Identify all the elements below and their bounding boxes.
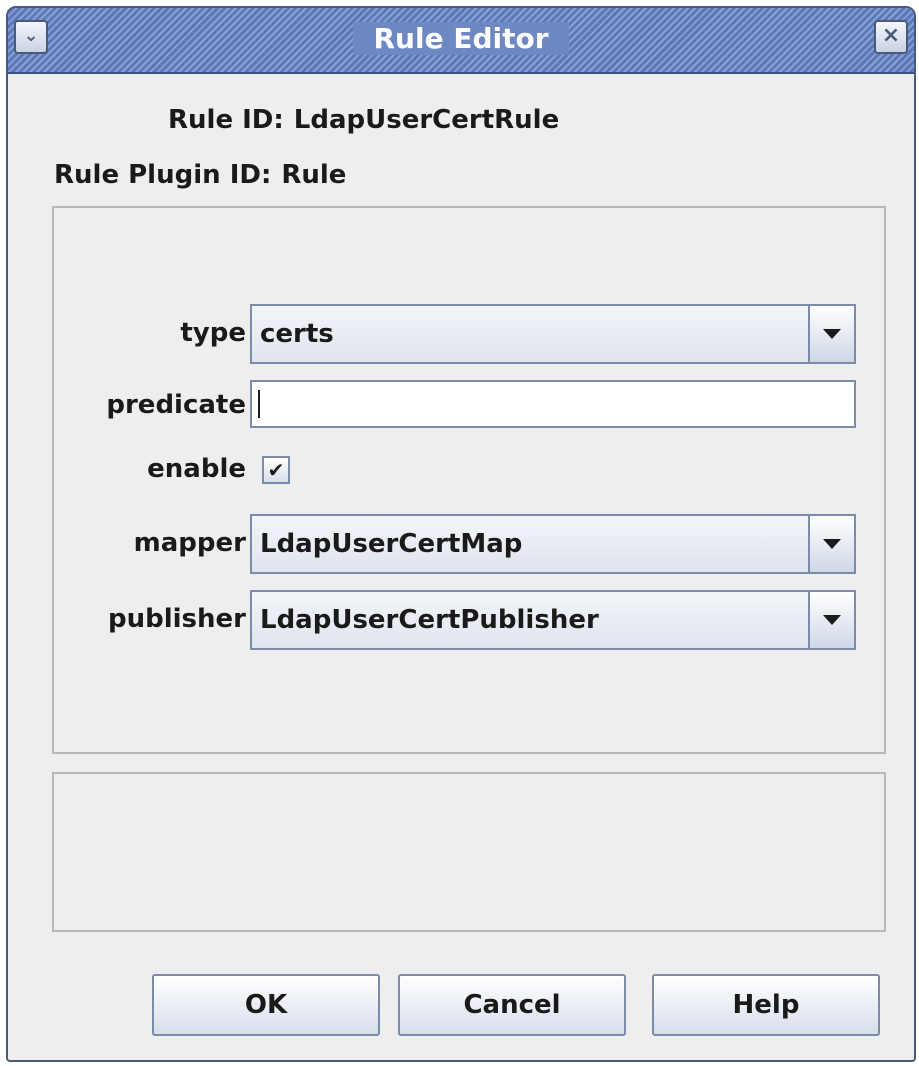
rule-editor-dialog: ⌄ Rule Editor × Rule ID: LdapUserCertRule…	[6, 6, 916, 1062]
predicate-label: predicate	[106, 390, 246, 420]
checkmark-icon: ✔	[267, 458, 285, 482]
ok-button[interactable]: OK	[152, 974, 380, 1036]
publisher-dropdown[interactable]: LdapUserCertPublisher	[250, 590, 856, 650]
rule-id-label: Rule ID:	[168, 105, 284, 135]
text-caret	[258, 390, 260, 418]
mapper-label: mapper	[133, 528, 246, 558]
rule-id-value: LdapUserCertRule	[293, 105, 560, 135]
mapper-dropdown[interactable]: LdapUserCertMap	[250, 514, 856, 574]
parameters-panel: type certs predicate enable ✔ mapper Lda…	[52, 206, 886, 754]
enable-checkbox[interactable]: ✔	[262, 456, 290, 484]
publisher-selected-value: LdapUserCertPublisher	[260, 605, 599, 635]
predicate-input[interactable]	[250, 380, 856, 428]
help-button[interactable]: Help	[652, 974, 880, 1036]
plugin-id-label: Rule Plugin ID:	[54, 160, 272, 190]
plugin-id-line: Rule Plugin ID: Rule	[54, 160, 346, 190]
close-icon: ×	[881, 23, 901, 48]
dropdown-arrow-icon[interactable]	[808, 592, 854, 648]
enable-label: enable	[147, 454, 246, 484]
window-title: Rule Editor	[353, 22, 569, 55]
plugin-id-value: Rule	[281, 160, 347, 190]
publisher-label: publisher	[108, 604, 246, 634]
type-dropdown[interactable]: certs	[250, 304, 856, 364]
rule-id-line: Rule ID: LdapUserCertRule	[168, 105, 559, 135]
type-label: type	[180, 318, 246, 348]
type-selected-value: certs	[260, 319, 334, 349]
status-panel	[52, 772, 886, 932]
cancel-button[interactable]: Cancel	[398, 974, 626, 1036]
close-button[interactable]: ×	[874, 20, 908, 54]
dropdown-arrow-icon[interactable]	[808, 516, 854, 572]
mapper-selected-value: LdapUserCertMap	[260, 529, 523, 559]
title-bar[interactable]: ⌄ Rule Editor ×	[8, 8, 914, 74]
dropdown-arrow-icon[interactable]	[808, 306, 854, 362]
